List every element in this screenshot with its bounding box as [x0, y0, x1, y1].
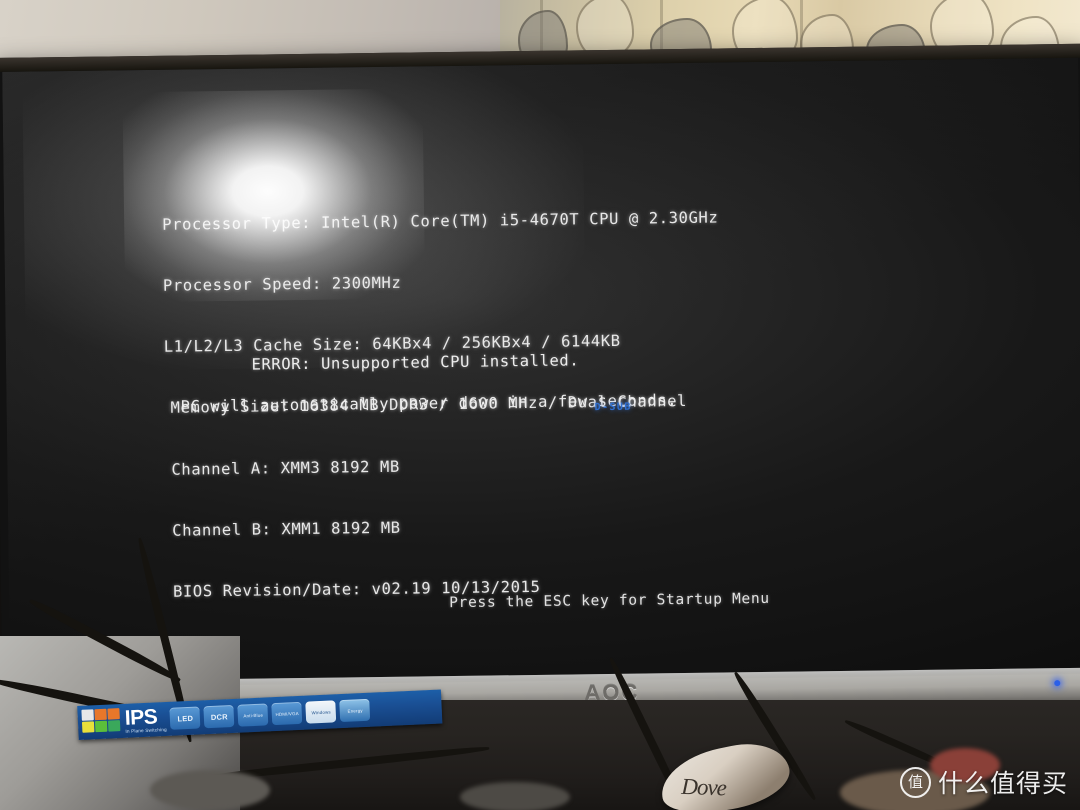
- bios-line-processor-type: Processor Type: Intel(R) Core(TM) i5-467…: [162, 208, 719, 234]
- badge-energy-label: Energy: [347, 707, 363, 714]
- badge-energy: Energy: [339, 698, 371, 723]
- color-squares-icon: [81, 708, 122, 736]
- badge-windows: Windows: [305, 700, 337, 724]
- error-line-unsupported-cpu: ERROR: Unsupported CPU installed.: [251, 351, 580, 375]
- badge-ports-label: HDMI/VGA: [275, 710, 299, 717]
- badge-ports: HDMI/VGA: [271, 701, 303, 726]
- badge-led-label: LED: [177, 713, 194, 723]
- badge-dcr-label: DCR: [210, 711, 228, 722]
- badge-windows-label: Windows: [311, 709, 331, 715]
- power-led-indicator: [1054, 680, 1061, 687]
- ips-sublabel: In Plane Switching: [125, 726, 167, 734]
- badge-dcr: DCR: [203, 704, 235, 729]
- monitor-screen: Processor Type: Intel(R) Core(TM) i5-467…: [2, 57, 1080, 682]
- badge-led: LED: [169, 706, 201, 730]
- ips-label: IPS In Plane Switching: [124, 705, 167, 734]
- watermark-text: 什么值得买: [937, 769, 1068, 798]
- bios-line-processor-speed: Processor Speed: 2300MHz: [162, 273, 402, 295]
- badge-anti-blue: Anti-Blue: [237, 703, 269, 727]
- photograph-of-monitor: Processor Type: Intel(R) Core(TM) i5-467…: [0, 0, 1080, 810]
- osd-input-source-indicator: D-SUB: [594, 401, 632, 414]
- desk-clutter: [150, 770, 270, 810]
- candy-brand-text: Dove: [680, 773, 727, 801]
- desk-clutter: [460, 782, 570, 810]
- bios-line-channel-b: Channel B: XMM1 8192 MB: [172, 518, 401, 540]
- watermark-logo-icon: 值: [899, 766, 931, 798]
- bios-error-message: ERROR: Unsupported CPU installed. PC wil…: [172, 329, 678, 458]
- watermark: 值 什么值得买: [899, 764, 1068, 800]
- ips-text: IPS: [124, 705, 158, 730]
- badge-anti-blue-label: Anti-Blue: [243, 712, 264, 718]
